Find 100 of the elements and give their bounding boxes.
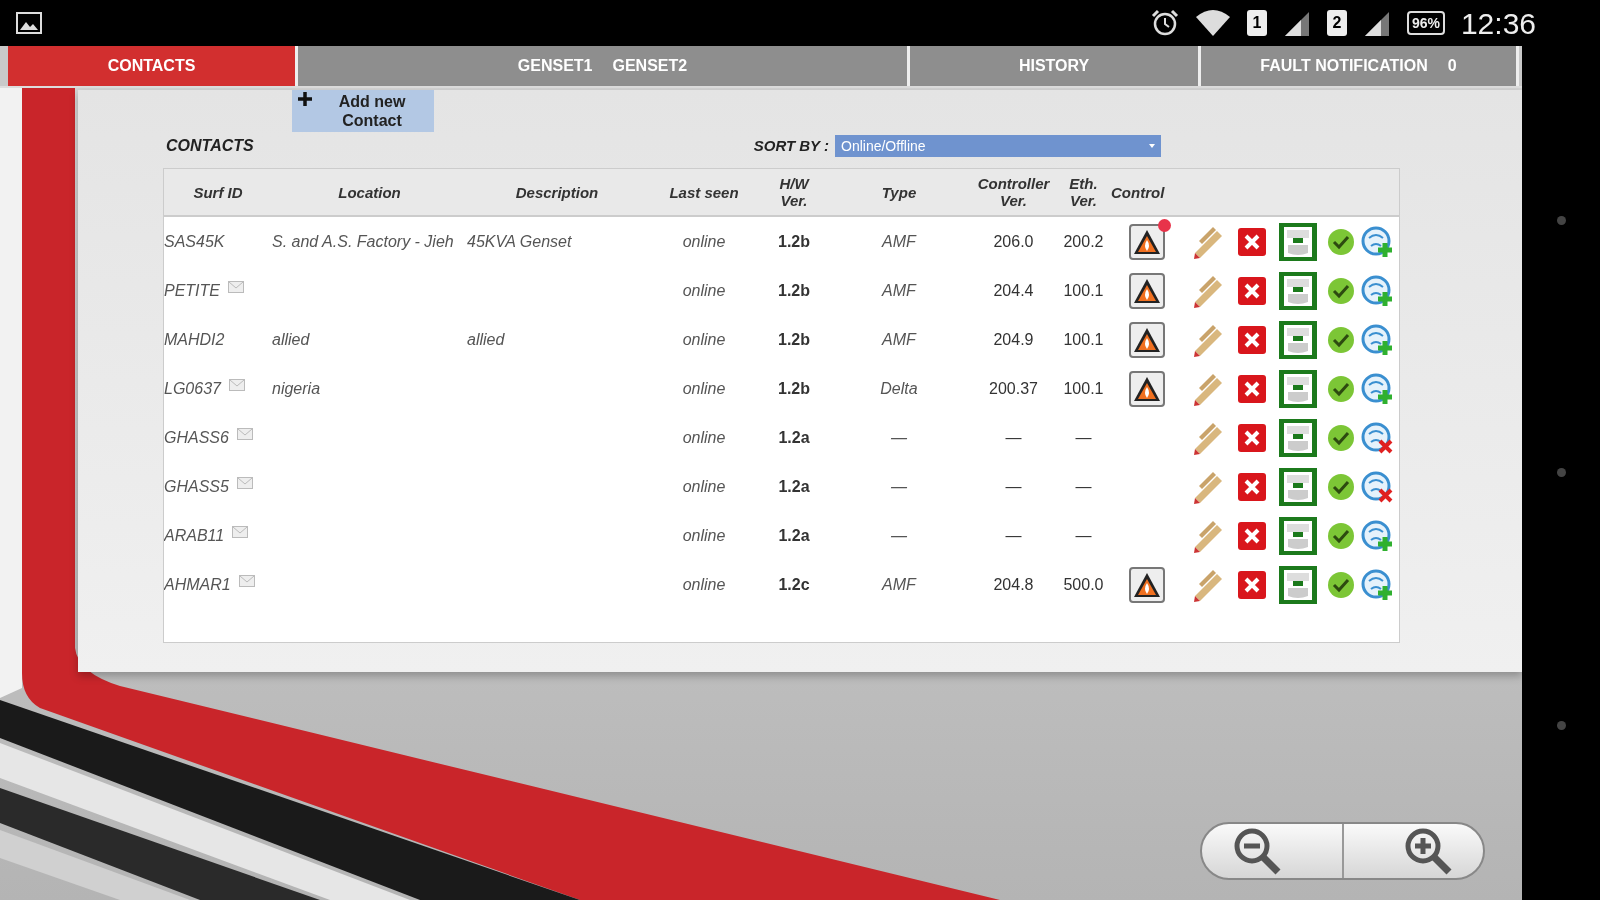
check-icon[interactable] <box>1327 227 1355 256</box>
machine-icon[interactable] <box>1279 271 1317 310</box>
column-header: Control <box>1111 183 1166 201</box>
surf-id: AHMAR1 <box>164 574 231 595</box>
section-title: CONTACTS <box>166 136 254 156</box>
surf-id: PETITE <box>164 280 220 301</box>
caret-icon <box>1149 143 1155 149</box>
type-text: AMF <box>880 574 918 595</box>
hardware-version: 1.2b <box>777 329 811 350</box>
hardware-version: 1.2c <box>777 574 811 595</box>
surf-id: ARAB11 <box>164 525 225 546</box>
sort-dropdown[interactable]: Online/Offline <box>835 135 1161 157</box>
ethernet-version: 100.1 <box>1062 280 1105 301</box>
machine-icon[interactable] <box>1279 369 1317 408</box>
ethernet-version: — <box>1074 476 1093 497</box>
wifi-icon <box>1194 9 1231 37</box>
tab[interactable]: GENSET1 GENSET2 <box>298 46 910 86</box>
delete-icon[interactable] <box>1237 324 1267 355</box>
fire-warning-icon[interactable] <box>1129 566 1165 603</box>
fire-warning-icon[interactable] <box>1129 321 1165 358</box>
tab[interactable]: CONTACTS <box>8 46 298 86</box>
delete-icon[interactable] <box>1237 373 1267 404</box>
zoom-in-icon <box>1403 826 1453 876</box>
alarm-clock-icon <box>1150 9 1179 37</box>
machine-icon[interactable] <box>1279 467 1317 506</box>
gallery-icon <box>16 12 42 34</box>
delete-icon[interactable] <box>1237 275 1267 306</box>
machine-icon[interactable] <box>1279 516 1317 555</box>
hardware-version: 1.2b <box>777 280 811 301</box>
controller-version: — <box>1004 525 1023 546</box>
column-header: Type <box>880 183 918 201</box>
delete-icon[interactable] <box>1237 471 1267 502</box>
sort-label: SORT BY : <box>753 135 829 156</box>
sim-icon: 1 <box>1246 10 1267 36</box>
delete-icon[interactable] <box>1237 422 1267 453</box>
delete-icon[interactable] <box>1237 569 1267 600</box>
type-text: — <box>890 427 908 448</box>
machine-icon[interactable] <box>1279 320 1317 359</box>
globe-error-icon[interactable] <box>1361 421 1393 454</box>
last-seen-text: online <box>681 476 727 497</box>
tab[interactable]: HISTORY <box>910 46 1201 86</box>
hardware-version: 1.2b <box>777 378 811 399</box>
machine-icon[interactable] <box>1279 222 1317 261</box>
type-text: AMF <box>880 329 918 350</box>
fire-warning-icon[interactable] <box>1129 223 1165 260</box>
last-seen-text: online <box>681 378 727 399</box>
globe-plus-icon[interactable] <box>1361 519 1393 552</box>
last-seen-text: online <box>681 329 727 350</box>
globe-plus-icon[interactable] <box>1361 568 1393 601</box>
delete-icon[interactable] <box>1237 226 1267 257</box>
last-seen-text: online <box>681 231 727 252</box>
globe-plus-icon[interactable] <box>1361 225 1393 258</box>
ethernet-version: 200.2 <box>1062 231 1105 252</box>
check-icon[interactable] <box>1327 374 1355 403</box>
machine-icon[interactable] <box>1279 565 1317 604</box>
type-text: AMF <box>880 280 918 301</box>
ethernet-version: 500.0 <box>1062 574 1105 595</box>
check-icon[interactable] <box>1327 472 1355 501</box>
controller-version: — <box>1004 427 1023 448</box>
check-icon[interactable] <box>1327 570 1355 599</box>
surf-id: GHASS5 <box>164 476 229 497</box>
last-seen-text: online <box>681 525 727 546</box>
surf-id: GHASS6 <box>164 427 229 448</box>
controller-version: — <box>1004 476 1023 497</box>
page-indicator-dot <box>1556 215 1566 225</box>
type-text: — <box>890 476 908 497</box>
location-text: nigeria <box>272 379 321 397</box>
globe-plus-icon[interactable] <box>1361 372 1393 405</box>
location-text: S. and A.S. Factory - Jieh <box>272 232 454 250</box>
machine-icon[interactable] <box>1279 418 1317 457</box>
surf-id: MAHDI2 <box>164 329 225 350</box>
location-text: allied <box>272 330 310 348</box>
globe-plus-icon[interactable] <box>1361 323 1393 356</box>
column-header: H/W Ver. <box>778 175 811 209</box>
page-indicator-dot <box>1556 468 1566 478</box>
globe-error-icon[interactable] <box>1361 470 1393 503</box>
controller-version: 206.0 <box>992 231 1035 252</box>
sim-icon: 2 <box>1326 10 1347 36</box>
column-header: Location <box>337 183 402 201</box>
last-seen-text: online <box>681 574 727 595</box>
check-icon[interactable] <box>1327 325 1355 354</box>
globe-plus-icon[interactable] <box>1361 274 1393 307</box>
zoom-out-icon <box>1232 826 1282 876</box>
column-header: Eth. Ver. <box>1068 175 1099 209</box>
tab[interactable]: FAULT NOTIFICATION 0 <box>1201 46 1519 86</box>
check-icon[interactable] <box>1327 276 1355 305</box>
fire-warning-icon[interactable] <box>1129 272 1165 309</box>
check-icon[interactable] <box>1327 521 1355 550</box>
column-header: Surf ID <box>192 183 244 201</box>
check-icon[interactable] <box>1327 423 1355 452</box>
controller-version: 204.4 <box>992 280 1035 301</box>
fire-warning-icon[interactable] <box>1129 370 1165 407</box>
hardware-version: 1.2a <box>777 476 811 497</box>
surf-id: LG0637 <box>164 378 221 399</box>
column-header: Controller Ver. <box>976 175 1051 209</box>
ethernet-version: 100.1 <box>1062 378 1105 399</box>
delete-icon[interactable] <box>1237 520 1267 551</box>
type-text: AMF <box>880 231 918 252</box>
add-contact-button[interactable]: Add new Contact <box>292 90 434 132</box>
description-text: allied <box>467 330 505 348</box>
